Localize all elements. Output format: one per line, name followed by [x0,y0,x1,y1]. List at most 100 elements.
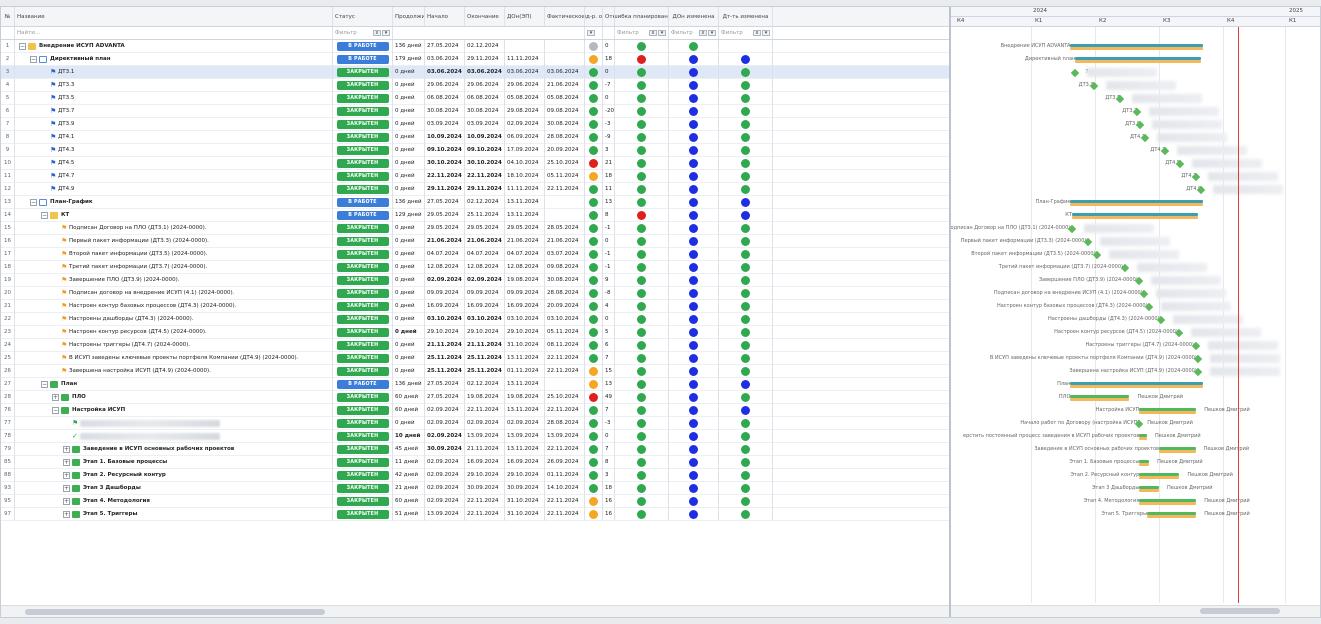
status-badge[interactable]: ЗАКРЫТЕН [336,431,389,441]
gantt-bar[interactable] [1070,395,1130,401]
status-badge[interactable]: ЗАКРЫТЕН [336,509,389,519]
gantt-bar[interactable] [1139,499,1197,505]
search-input[interactable]: Найти... [15,27,333,39]
gantt-milestone[interactable] [1132,107,1142,117]
task-name-cell[interactable]: ⚑ ДТ4.7 [15,169,333,183]
task-name-cell[interactable]: ⚑ ДТ4.3 [15,143,333,157]
expand-icon[interactable]: + [52,393,59,401]
col-name[interactable]: Название [15,7,333,26]
table-row[interactable]: 6 ⚑ ДТ3.7 ЗАКРЫТЕН 0 дней 30.08.2024 30.08.202… [1,104,949,118]
collapse-icon[interactable]: − [41,380,48,388]
gantt-bar[interactable] [1071,213,1199,219]
indicator-filter[interactable]: ▾ [585,27,603,39]
collapse-icon[interactable]: − [30,198,37,206]
gantt-bar[interactable] [1139,408,1197,414]
table-row[interactable]: 2 − Директивный план В РАБОТЕ 179 дней 03.06.… [1,52,949,66]
task-name-cell[interactable]: ⚑ Настроен контур ресурсов (ДТ4.5) (2024-… [15,325,333,339]
table-row[interactable]: 78 ✓ ЗАКРЫТЕН 10 дней 02.09.2024 13.09.2024 13… [1,429,949,443]
gantt-milestone[interactable] [1144,302,1154,312]
table-row[interactable]: 88 + Этап 2. Ресурсный контур ЗАКРЫТЕН 42 дн… [1,468,949,482]
grid-horizontal-scrollbar[interactable] [1,605,949,617]
table-row[interactable]: 77 ⚑ ЗАКРЫТЕН 0 дней 02.09.2024 02.09.2024 02.… [1,416,949,430]
table-row[interactable]: 10 ⚑ ДТ4.5 ЗАКРЫТЕН 0 дней 30.10.2024 30.10.20… [1,156,949,170]
task-name-cell[interactable]: − Внедрение ИСУП ADVANTA [15,39,333,53]
task-name-cell[interactable]: ⚑ [15,416,333,430]
table-row[interactable]: 22 ⚑ Настроены дашборды (ДТ4.3) (2024-0000… [1,312,949,326]
task-name-cell[interactable]: − КТ [15,208,333,222]
status-badge[interactable]: ЗАКРЫТЕН [336,496,389,506]
task-name-cell[interactable]: ⚑ Подписан договор на внедрение ИСУП (4.1… [15,286,333,300]
col-plan-error[interactable]: Ошибка планирования [615,7,669,26]
gantt-milestone[interactable] [1194,354,1203,364]
expand-icon[interactable]: + [63,445,70,453]
status-badge[interactable]: В РАБОТЕ [336,54,389,64]
status-badge[interactable]: ЗАКРЫТЕН [336,483,389,493]
status-badge[interactable]: ЗАКРЫТЕН [336,366,389,376]
table-row[interactable]: 21 ⚑ Настроен контур базовых процессов (ДТ… [1,299,949,313]
status-badge[interactable]: ЗАКРЫТЕН [336,327,389,337]
task-name-cell[interactable]: + Этап 5. Триггеры [15,507,333,521]
gantt-milestone[interactable] [1192,172,1201,182]
status-badge[interactable]: ЗАКРЫТЕН [336,249,389,259]
task-name-cell[interactable]: + Этап 3 Дашборды [15,481,333,495]
task-name-cell[interactable]: ⚑ Завершена настройка ИСУП (ДТ4.9) (2024-… [15,364,333,378]
status-badge[interactable]: ЗАКРЫТЕН [336,184,389,194]
task-name-cell[interactable]: ⚑ ДТ3.1 [15,65,333,79]
status-badge[interactable]: ЗАКРЫТЕН [336,392,389,402]
table-row[interactable]: 13 − План-График В РАБОТЕ 136 дней 27.05.2024… [1,195,949,209]
dd-changed-filter-dropdown[interactable]: ▾ [708,30,716,36]
task-name-cell[interactable]: ⚑ ДТ3.7 [15,104,333,118]
col-status[interactable]: Статус [333,7,393,26]
table-row[interactable]: 7 ⚑ ДТ3.9 ЗАКРЫТЕН 0 дней 03.09.2024 03.09.202… [1,117,949,131]
plan-error-filter-clear[interactable]: x [649,30,657,36]
col-deviation[interactable]: Откло [603,7,615,26]
task-name-cell[interactable]: ⚑ В ИСУП заведены ключевые проекты портфе… [15,351,333,365]
dur-changed-filter[interactable]: Фильтр x ▾ [719,27,773,39]
status-badge[interactable]: ЗАКРЫТЕН [336,93,389,103]
gantt-milestone[interactable] [1161,146,1170,156]
gantt-milestone[interactable] [1140,133,1150,143]
expand-icon[interactable]: + [63,458,70,466]
task-name-cell[interactable]: ⚑ ДТ3.5 [15,91,333,105]
status-badge[interactable]: ЗАКРЫТЕН [336,236,389,246]
col-num[interactable]: № [1,7,15,26]
table-row[interactable]: 16 ⚑ Первый пакет информации (ДТ3.3) (2024… [1,234,949,248]
table-row[interactable]: 5 ⚑ ДТ3.5 ЗАКРЫТЕН 0 дней 06.08.2024 06.08.202… [1,91,949,105]
gantt-milestone[interactable] [1135,276,1144,286]
task-name-cell[interactable]: − План-График [15,195,333,209]
gantt-bar[interactable] [1159,447,1196,453]
status-badge[interactable]: ЗАКРЫТЕН [336,119,389,129]
task-name-cell[interactable]: − Директивный план [15,52,333,66]
status-badge[interactable]: ЗАКРЫТЕН [336,314,389,324]
table-row[interactable]: 97 + Этап 5. Триггеры ЗАКРЫТЕН 51 дней 13.09.… [1,507,949,521]
gantt-bar[interactable] [1070,200,1204,206]
status-badge[interactable]: ЗАКРЫТЕН [336,158,389,168]
table-row[interactable]: 85 + Этап 1. Базовые процессы ЗАКРЫТЕН 11 дн… [1,455,949,469]
status-badge[interactable]: ЗАКРЫТЕН [336,275,389,285]
table-row[interactable]: 25 ⚑ В ИСУП заведены ключевые проекты порт… [1,351,949,365]
table-row[interactable]: 11 ⚑ ДТ4.7 ЗАКРЫТЕН 0 дней 22.11.2024 22.11.20… [1,169,949,183]
task-name-cell[interactable]: ⚑ ДТ3.9 [15,117,333,131]
status-filter-dropdown[interactable]: ▾ [382,30,390,36]
task-name-cell[interactable]: ⚑ ДТ4.1 [15,130,333,144]
table-row[interactable]: 3 ⚑ ДТ3.1 ЗАКРЫТЕН 0 дней 03.06.2024 03.06.202… [1,65,949,79]
table-row[interactable]: 93 + Этап 3 Дашборды ЗАКРЫТЕН 21 дней 02.09.2… [1,481,949,495]
table-row[interactable]: 76 − Настройка ИСУП ЗАКРЫТЕН 60 дней 02.09.20… [1,403,949,417]
dur-changed-filter-dropdown[interactable]: ▾ [762,30,770,36]
status-badge[interactable]: ЗАКРЫТЕН [336,132,389,142]
gantt-milestone[interactable] [1083,237,1093,247]
table-row[interactable]: 15 ⚑ Подписан Договор на ПЛО (ДТ3.1) (2024… [1,221,949,235]
status-badge[interactable]: В РАБОТЕ [336,210,389,220]
dd-changed-filter[interactable]: Фильтр x ▾ [669,27,719,39]
status-badge[interactable]: ЗАКРЫТЕН [336,106,389,116]
gantt-bar[interactable] [1139,434,1148,440]
col-dd-changed[interactable]: ДОн изменена [669,7,719,26]
expand-icon[interactable]: + [63,497,70,505]
status-badge[interactable]: ЗАКРЫТЕН [336,301,389,311]
task-name-cell[interactable]: ⚑ Второй пакет информации (ДТ3.5) (2024-0… [15,247,333,261]
gantt-bar[interactable] [1139,486,1159,492]
table-row[interactable]: 14 − КТ В РАБОТЕ 129 дней 29.05.2024 25.11.202… [1,208,949,222]
status-badge[interactable]: ЗАКРЫТЕН [336,171,389,181]
status-badge[interactable]: ЗАКРЫТЕН [336,418,389,428]
indicator-filter-dropdown[interactable]: ▾ [587,30,595,36]
